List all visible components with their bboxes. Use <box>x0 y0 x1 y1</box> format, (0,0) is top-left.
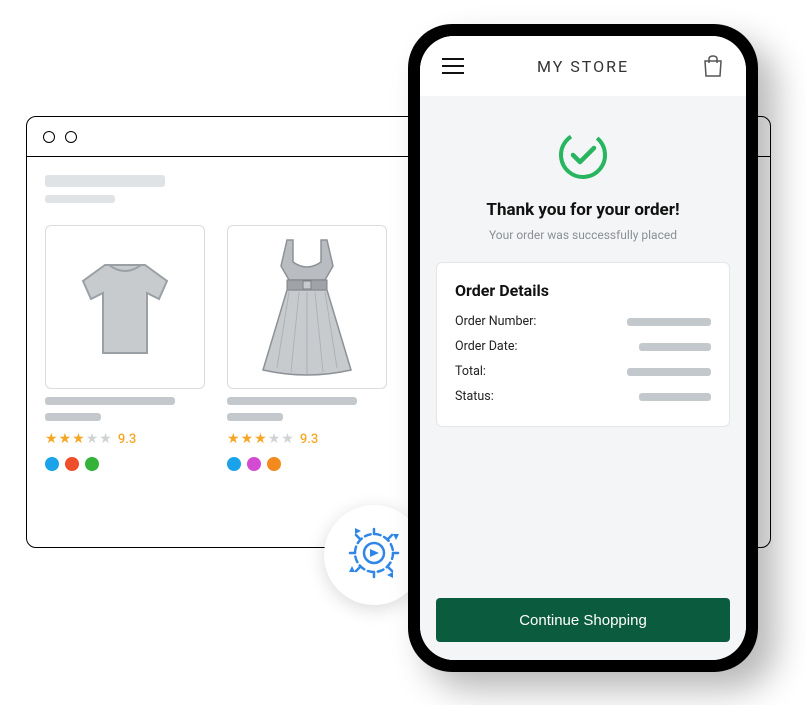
product-price-skeleton <box>45 413 101 421</box>
menu-icon[interactable] <box>442 58 464 74</box>
star-icon: ★ <box>59 431 72 447</box>
value-placeholder <box>627 368 711 376</box>
tshirt-icon <box>65 247 185 367</box>
store-title: MY STORE <box>537 57 629 76</box>
label-total: Total: <box>455 364 486 379</box>
star-icon: ★ <box>241 431 254 447</box>
star-icon: ★ <box>99 431 112 447</box>
detail-row: Total: <box>455 364 711 379</box>
continue-shopping-button[interactable]: Continue Shopping <box>436 598 730 642</box>
star-icon: ★ <box>72 431 85 447</box>
phone-mockup: MY STORE Thank you for your order! Your … <box>408 24 758 672</box>
confirmation-subtext: Your order was successfully placed <box>436 228 730 242</box>
color-swatches <box>45 457 205 471</box>
label-status: Status: <box>455 389 494 404</box>
product-image <box>227 225 387 389</box>
star-rating: ★ ★ ★ ★ ★ <box>45 431 112 447</box>
label-order-number: Order Number: <box>455 314 536 329</box>
phone-header: MY STORE <box>420 36 746 96</box>
star-icon: ★ <box>227 431 240 447</box>
star-icon: ★ <box>86 431 99 447</box>
swatch[interactable] <box>227 457 241 471</box>
swatch[interactable] <box>267 457 281 471</box>
success-check-icon <box>556 128 610 186</box>
phone-body: Thank you for your order! Your order was… <box>420 96 746 660</box>
order-details-card: Order Details Order Number: Order Date: … <box>436 262 730 427</box>
detail-row: Order Number: <box>455 314 711 329</box>
detail-row: Order Date: <box>455 339 711 354</box>
order-details-heading: Order Details <box>455 281 711 300</box>
detail-row: Status: <box>455 389 711 404</box>
window-control-dot[interactable] <box>65 131 77 143</box>
star-icon: ★ <box>268 431 281 447</box>
skeleton-title <box>45 175 165 187</box>
swatch[interactable] <box>65 457 79 471</box>
product-card[interactable]: ★ ★ ★ ★ ★ 9.3 <box>45 225 205 471</box>
label-order-date: Order Date: <box>455 339 517 354</box>
color-swatches <box>227 457 387 471</box>
star-rating: ★ ★ ★ ★ ★ <box>227 431 294 447</box>
shopping-bag-icon[interactable] <box>702 54 724 78</box>
thank-you-heading: Thank you for your order! <box>436 200 730 220</box>
product-image <box>45 225 205 389</box>
value-placeholder <box>627 318 711 326</box>
phone-screen: MY STORE Thank you for your order! Your … <box>420 36 746 660</box>
star-icon: ★ <box>281 431 294 447</box>
swatch[interactable] <box>45 457 59 471</box>
dress-icon <box>247 232 367 382</box>
star-icon: ★ <box>254 431 267 447</box>
value-placeholder <box>639 343 711 351</box>
product-name-skeleton <box>227 397 357 405</box>
rating-value: 9.3 <box>118 432 136 447</box>
rating-value: 9.3 <box>300 432 318 447</box>
skeleton-subtitle <box>45 195 115 203</box>
swatch[interactable] <box>247 457 261 471</box>
window-control-dot[interactable] <box>43 131 55 143</box>
product-rating: ★ ★ ★ ★ ★ 9.3 <box>45 431 205 447</box>
product-rating: ★ ★ ★ ★ ★ 9.3 <box>227 431 387 447</box>
gear-play-icon <box>341 520 407 590</box>
star-icon: ★ <box>45 431 58 447</box>
swatch[interactable] <box>85 457 99 471</box>
value-placeholder <box>639 393 711 401</box>
product-name-skeleton <box>45 397 175 405</box>
product-card[interactable]: ★ ★ ★ ★ ★ 9.3 <box>227 225 387 471</box>
product-price-skeleton <box>227 413 283 421</box>
